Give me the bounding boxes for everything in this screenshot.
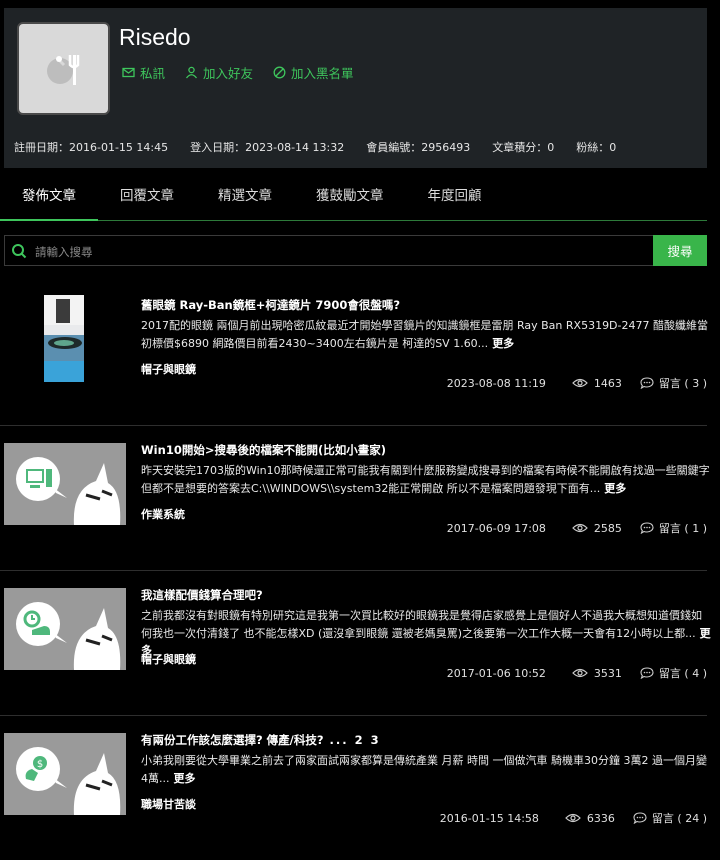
article-excerpt: 2017配的眼鏡 兩個月前出現哈密瓜紋最近才開始學習鏡片的知識鏡框是雷朋 Ray…: [141, 317, 711, 352]
comment-icon: [640, 377, 654, 389]
register-date: 註冊日期：2016-01-15 14:45: [14, 141, 169, 154]
tab-encouraged[interactable]: 獲鼓勵文章: [294, 170, 406, 220]
comment-link[interactable]: 留言 ( 1 ): [640, 520, 707, 536]
article-category[interactable]: 帽子與眼鏡: [141, 361, 196, 377]
search-bar: 搜尋: [4, 235, 707, 266]
svg-text:$: $: [37, 759, 43, 770]
eye-icon: [572, 378, 588, 388]
comment-count: 留言 ( 4 ): [658, 667, 707, 680]
article-excerpt: 之前我都沒有對眼鏡有特別研究這是我第一次買比較好的眼鏡我是覺得店家感覺上是個好人…: [141, 607, 711, 660]
article-date: 2017-01-06 10:52: [446, 666, 546, 680]
article-points: 文章積分：0: [492, 141, 555, 154]
eye-icon: [572, 668, 588, 678]
article-item: 舊眼鏡 Ray-Ban鏡框+柯達鏡片 7900會很盤嗎? 2017配的眼鏡 兩個…: [0, 280, 708, 426]
article-title[interactable]: 舊眼鏡 Ray-Ban鏡框+柯達鏡片 7900會很盤嗎?: [141, 297, 400, 313]
view-count: 2585: [572, 522, 622, 535]
search-icon: [12, 244, 27, 259]
blacklist-label: 加入黑名單: [291, 66, 354, 81]
profile-stats: 註冊日期：2016-01-15 14:45 登入日期：2023-08-14 13…: [14, 139, 616, 155]
more-link[interactable]: 更多: [604, 482, 626, 495]
more-link[interactable]: 更多: [174, 772, 196, 785]
message-label: 私訊: [140, 66, 166, 81]
more-link[interactable]: 更多: [492, 337, 514, 350]
article-excerpt: 小弟我剛要從大學畢業之前去了兩家面試兩家都算是傳統產業 月薪 時間 一個做汽車 …: [141, 752, 711, 787]
default-avatar-icon: [46, 53, 79, 85]
watch-shoe-icon: [4, 588, 126, 670]
eye-icon: [572, 523, 588, 533]
article-excerpt-text: 2017配的眼鏡 兩個月前出現哈密瓜紋最近才開始學習鏡片的知識鏡框是雷朋 Ray…: [141, 319, 708, 350]
message-button[interactable]: 私訊: [122, 63, 165, 82]
article-date: 2017-06-09 17:08: [446, 521, 546, 535]
add-friend-label: 加入好友: [203, 66, 254, 81]
article-meta: 2017-01-06 10:52 3531 留言 ( 4 ): [447, 665, 707, 681]
article-item: 我這樣配價錢算合理吧? 之前我都沒有對眼鏡有特別研究這是我第一次買比較好的眼鏡我…: [0, 570, 711, 716]
article-excerpt-text: 小弟我剛要從大學畢業之前去了兩家面試兩家都算是傳統產業 月薪 時間 一個做汽車 …: [141, 754, 707, 785]
comment-link[interactable]: 留言 ( 24 ): [633, 810, 707, 826]
search-input[interactable]: [33, 239, 637, 264]
view-count-value: 2585: [593, 521, 622, 535]
comment-link[interactable]: 留言 ( 3 ): [640, 375, 707, 391]
view-count-value: 3531: [593, 666, 622, 680]
comment-count: 留言 ( 3 ): [658, 377, 707, 390]
block-icon: [273, 66, 286, 79]
article-title-text: 我這樣配價錢算合理吧?: [141, 588, 263, 602]
eye-icon: [565, 813, 581, 823]
member-id: 會員編號：2956493: [366, 141, 471, 154]
article-meta: 2017-06-09 17:08 2585 留言 ( 1 ): [447, 520, 707, 536]
comment-count: 留言 ( 24 ): [651, 812, 707, 825]
article-thumbnail[interactable]: [44, 295, 84, 382]
tab-replies[interactable]: 回覆文章: [98, 170, 196, 220]
article-thumbnail[interactable]: [4, 443, 126, 525]
article-title[interactable]: 我這樣配價錢算合理吧?: [141, 587, 263, 603]
comment-icon: [640, 667, 654, 679]
article-item: $ 有兩份工作該怎麼選擇? 傳產/科技? ... 2 3 小弟我剛要從大學畢業之前…: [0, 715, 707, 860]
view-count: 3531: [572, 667, 622, 680]
article-title-text: 有兩份工作該怎麼選擇? 傳產/科技?: [141, 733, 324, 747]
view-count: 1463: [572, 377, 622, 390]
article-thumbnail[interactable]: $: [4, 733, 126, 815]
view-count-value: 1463: [593, 376, 622, 390]
comment-icon: [640, 522, 654, 534]
comment-icon: [633, 812, 647, 824]
mail-icon: [122, 67, 135, 78]
comment-count: 留言 ( 1 ): [658, 522, 707, 535]
article-title[interactable]: Win10開始>搜尋後的檔案不能開(比如小畫家): [141, 442, 386, 458]
search-button[interactable]: 搜尋: [653, 235, 707, 266]
computer-icon: [4, 443, 126, 525]
fans-count: 粉絲：0: [576, 141, 617, 154]
user-icon: [186, 66, 198, 79]
tab-bar: 發佈文章 回覆文章 精選文章 獲鼓勵文章 年度回顧: [0, 170, 707, 221]
money-icon: $: [4, 733, 126, 815]
view-count-value: 6336: [586, 811, 615, 825]
profile-actions: 私訊 加入好友 加入黑名單: [122, 63, 354, 82]
article-title-text: 舊眼鏡 Ray-Ban鏡框+柯達鏡片 7900會很盤嗎?: [141, 298, 401, 312]
article-title-text: Win10開始>搜尋後的檔案不能開(比如小畫家): [141, 443, 386, 457]
article-excerpt: 昨天安裝完1703版的Win10那時候還正常可能我有關到什麼服務變成搜尋到的檔案…: [141, 462, 711, 497]
username: Risedo: [119, 24, 191, 50]
view-count: 6336: [565, 812, 615, 825]
article-meta: 2023-08-08 11:19 1463 留言 ( 3 ): [447, 375, 707, 391]
avatar[interactable]: [17, 22, 110, 115]
article-thumbnail[interactable]: [4, 588, 126, 670]
add-friend-button[interactable]: 加入好友: [185, 63, 253, 82]
article-category[interactable]: 作業系統: [141, 506, 185, 522]
article-item: Win10開始>搜尋後的檔案不能開(比如小畫家) 昨天安裝完1703版的Win1…: [0, 425, 710, 571]
photo-icon: [44, 295, 84, 382]
article-category[interactable]: 帽子與眼鏡: [141, 651, 196, 667]
tab-published[interactable]: 發佈文章: [0, 170, 98, 221]
article-meta: 2016-01-15 14:58 6336 留言 ( 24 ): [440, 810, 707, 826]
title-pager[interactable]: ... 2 3: [330, 733, 381, 747]
tab-yearly-review[interactable]: 年度回顧: [406, 170, 504, 220]
comment-link[interactable]: 留言 ( 4 ): [640, 665, 707, 681]
article-excerpt-text: 之前我都沒有對眼鏡有特別研究這是我第一次買比較好的眼鏡我是覺得店家感覺上是個好人…: [141, 609, 702, 640]
article-title[interactable]: 有兩份工作該怎麼選擇? 傳產/科技? ... 2 3: [141, 732, 381, 748]
article-date: 2016-01-15 14:58: [439, 811, 539, 825]
article-date: 2023-08-08 11:19: [446, 376, 546, 390]
profile-card: Risedo 私訊 加入好友 加入黑名單 註冊日期：2016-01-15 14:…: [4, 8, 707, 168]
tab-featured[interactable]: 精選文章: [196, 170, 294, 220]
blacklist-button[interactable]: 加入黑名單: [273, 63, 354, 82]
article-category[interactable]: 職場甘苦談: [141, 796, 196, 812]
login-date: 登入日期：2023-08-14 13:32: [190, 141, 345, 154]
